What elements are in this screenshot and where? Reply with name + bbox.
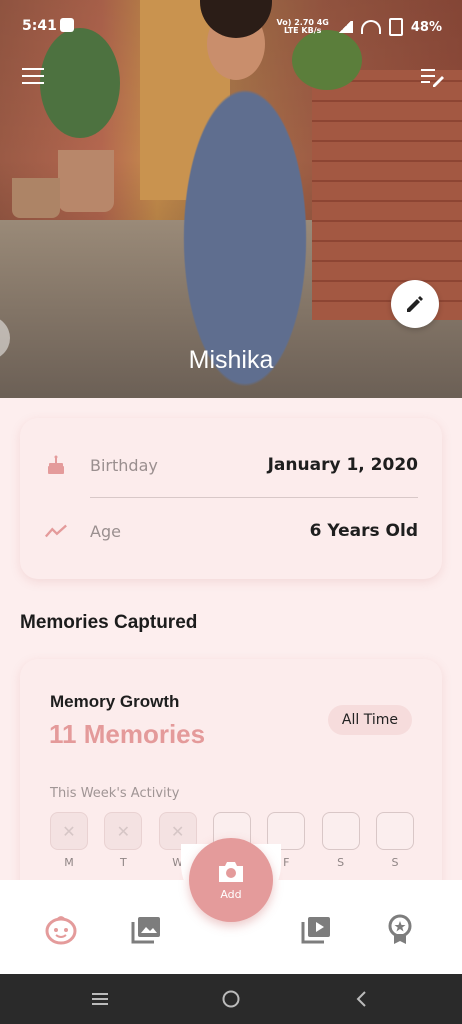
baby-face-icon — [45, 916, 77, 945]
edit-list-icon[interactable] — [418, 66, 444, 90]
edit-profile-button[interactable] — [391, 280, 439, 328]
memory-count: 11 Memories — [49, 719, 206, 749]
birthday-row: Birthday January 1, 2020 — [44, 441, 418, 489]
missed-x-icon: ✕ — [50, 812, 88, 850]
section-title: Memories Captured — [20, 612, 198, 633]
status-time: 5:41 — [22, 18, 57, 34]
profile-photo — [0, 0, 462, 398]
wifi-icon — [360, 20, 381, 34]
missed-x-icon: ✕ — [104, 812, 143, 850]
nav-videos[interactable] — [296, 910, 336, 950]
divider — [90, 497, 418, 498]
nav-gallery[interactable] — [126, 910, 166, 950]
week-activity-label: This Week's Activity — [50, 786, 180, 801]
child-name: Mishika — [188, 346, 274, 374]
day-monday: ✕ M — [50, 812, 88, 869]
profile-info-card: Birthday January 1, 2020 Age 6 Years Old — [20, 418, 442, 579]
day-tuesday: ✕ T — [104, 812, 143, 869]
system-nav-bar — [0, 974, 462, 1024]
award-badge-icon — [388, 914, 412, 944]
day-box — [321, 812, 360, 850]
age-label: Age — [90, 521, 121, 541]
hamburger-menu-icon[interactable] — [22, 68, 44, 86]
pencil-icon — [407, 296, 423, 312]
day-saturday: S — [321, 812, 360, 869]
camera-icon — [219, 861, 243, 882]
back-icon[interactable] — [350, 987, 374, 1011]
photo-library-icon — [131, 917, 160, 944]
cake-icon — [44, 453, 68, 477]
add-memory-button[interactable]: Add — [189, 838, 273, 922]
signal-icon — [336, 21, 353, 33]
status-bar: 5:41 Vo) 2.70 4G LTE KB/s 48% — [0, 0, 462, 54]
memory-growth-title: Memory Growth — [50, 692, 180, 711]
time-filter-button[interactable]: All Time — [327, 705, 412, 735]
battery-percent: 48% — [410, 19, 442, 35]
notification-icon — [60, 18, 74, 32]
birthday-label: Birthday — [90, 455, 158, 475]
birthday-value: January 1, 2020 — [267, 455, 418, 475]
nav-child-profile[interactable] — [41, 910, 81, 950]
video-library-icon — [301, 917, 330, 944]
age-value: 6 Years Old — [309, 521, 418, 541]
add-label: Add — [220, 887, 242, 901]
battery-icon — [388, 18, 403, 36]
day-box — [375, 812, 414, 850]
trend-up-icon — [44, 519, 68, 543]
network-speed: Vo) 2.70 4G LTE KB/s — [276, 18, 329, 35]
home-icon[interactable] — [219, 987, 243, 1011]
recent-apps-icon[interactable] — [88, 987, 112, 1011]
nav-achievements[interactable] — [380, 910, 420, 950]
day-sunday: S — [375, 812, 414, 869]
age-row: Age 6 Years Old — [44, 507, 418, 555]
